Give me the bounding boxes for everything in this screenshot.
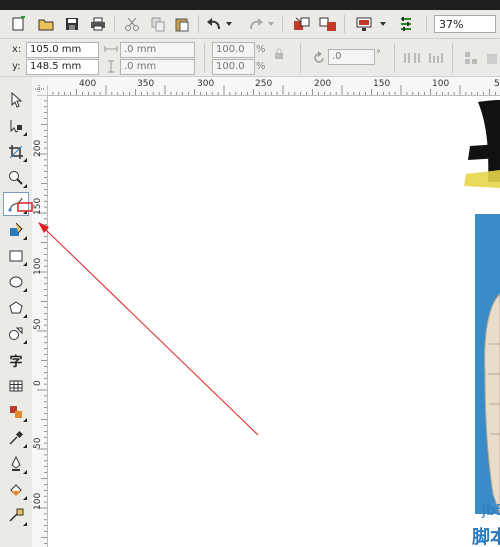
width-icon — [104, 44, 118, 57]
arrange-icon[interactable] — [486, 51, 498, 68]
chevron-down-icon[interactable] — [224, 14, 234, 34]
text-tool-icon[interactable]: 字 — [4, 349, 28, 371]
import-icon[interactable] — [292, 14, 312, 34]
redo-icon[interactable] — [246, 14, 266, 34]
new-doc-icon[interactable] — [8, 14, 28, 34]
align-icon[interactable] — [464, 51, 478, 68]
smart-fill-icon[interactable] — [4, 219, 28, 241]
rotate-icon — [312, 51, 326, 68]
zoom-tool-icon[interactable] — [4, 167, 28, 189]
ruler-label: 300 — [197, 79, 215, 89]
ruler-label: 250 — [255, 79, 273, 89]
print-icon[interactable] — [88, 14, 108, 34]
height-field[interactable]: .0 mm — [120, 59, 195, 75]
toolbox: 字 — [0, 77, 33, 547]
rotation-angle-field[interactable]: .0 — [328, 49, 375, 65]
watermark: jb51.net 脚本之家 — [426, 501, 500, 547]
outline-pen-icon[interactable] — [4, 453, 28, 475]
rectangle-tool-icon[interactable] — [4, 245, 28, 267]
ellipse-tool-icon[interactable] — [4, 271, 28, 293]
open-icon[interactable] — [36, 14, 56, 34]
ruler-label: 200 — [314, 79, 332, 89]
basic-shapes-icon[interactable] — [4, 323, 28, 345]
fill-tool-icon[interactable] — [4, 479, 28, 501]
property-bar: x: 105.0 mm y: 148.5 mm .0 mm .0 mm 100.… — [0, 39, 500, 77]
ruler-label: 50 — [33, 437, 43, 449]
standard-toolbar: 37% — [0, 10, 500, 39]
undo-icon[interactable] — [204, 14, 224, 34]
ruler-label: 0 — [33, 380, 43, 386]
ruler-label: 100 — [33, 492, 43, 510]
ruler-label: 350 — [137, 79, 155, 89]
scale-y-field[interactable]: 100.0 — [212, 59, 255, 75]
ruler-origin[interactable] — [32, 77, 48, 96]
ruler-label: 50 — [33, 318, 43, 330]
product-photo[interactable] — [475, 214, 500, 515]
drawing-canvas[interactable]: jb51.net 脚本之家 — [48, 96, 500, 547]
height-icon — [106, 60, 116, 76]
watermark-url: jb51.net — [481, 501, 500, 519]
degree-label: ° — [376, 49, 381, 60]
polygon-tool-icon[interactable] — [4, 297, 28, 319]
ruler-label: 400 — [79, 79, 97, 89]
interactive-fill-icon[interactable] — [4, 505, 28, 527]
crop-tool-icon[interactable] — [4, 141, 28, 163]
mirror-vertical-icon[interactable] — [428, 51, 444, 68]
zoom-level-select[interactable]: 37% — [434, 15, 496, 33]
options-icon[interactable] — [396, 14, 416, 34]
ruler-label: 100 — [432, 79, 450, 89]
page-artwork — [464, 100, 500, 188]
ruler-label: 100 — [33, 257, 43, 275]
ruler-label: 150 — [373, 79, 391, 89]
percent-label: % — [256, 44, 266, 55]
publish-pdf-icon[interactable] — [354, 14, 374, 34]
copy-icon[interactable] — [148, 14, 168, 34]
width-field[interactable]: .0 mm — [120, 42, 195, 58]
mirror-horizontal-icon[interactable] — [404, 51, 420, 68]
lock-icon[interactable] — [274, 48, 284, 63]
effects-tool-icon[interactable] — [4, 401, 28, 423]
shape-tool-icon[interactable] — [4, 115, 28, 137]
chevron-down-icon[interactable] — [378, 14, 388, 34]
y-position-field[interactable]: 148.5 mm — [26, 59, 99, 75]
freehand-tool-icon[interactable] — [3, 192, 29, 216]
cut-icon[interactable] — [122, 14, 142, 34]
x-position-field[interactable]: 105.0 mm — [26, 42, 99, 58]
ruler-label: 200 — [33, 139, 43, 157]
x-label: x: — [12, 44, 22, 55]
y-label: y: — [12, 61, 21, 72]
scale-x-field[interactable]: 100.0 — [212, 42, 255, 58]
export-icon[interactable] — [318, 14, 338, 34]
save-icon[interactable] — [62, 14, 82, 34]
menu-bar — [0, 0, 500, 10]
percent-label: % — [256, 61, 266, 72]
pick-tool-icon[interactable] — [4, 89, 28, 111]
vertical-ruler[interactable]: 200 150 100 50 0 50 100 — [32, 95, 48, 547]
ruler-label: 150 — [33, 197, 43, 215]
eyedropper-tool-icon[interactable] — [4, 427, 28, 449]
horizontal-ruler[interactable]: 400 350 300 250 200 150 100 5 — [47, 77, 500, 96]
ruler-label: 5 — [494, 79, 500, 89]
watermark-title: 脚本之家 — [472, 527, 500, 547]
table-tool-icon[interactable] — [4, 375, 28, 397]
paste-icon[interactable] — [172, 14, 192, 34]
chevron-down-icon[interactable] — [266, 14, 276, 34]
